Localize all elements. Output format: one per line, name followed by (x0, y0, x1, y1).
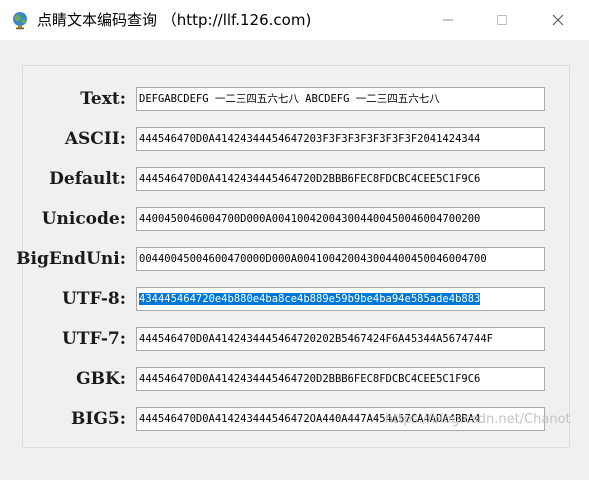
encoding-value-field[interactable]: 444546470D0A41424344454647203F3F3F3F3F3F… (136, 127, 545, 151)
row-label: GBK: (76, 369, 126, 389)
minimize-icon (443, 19, 453, 21)
encoding-value-text: 444546470D0A41424344454647203F3F3F3F3F3F… (139, 133, 481, 145)
encoding-value-text: DEFGABCDEFG 一二三四五六七八 ABCDEFG 一二三四五六七八 (139, 93, 440, 105)
encoding-value-field[interactable]: 4400450046004700D000A0041004200430044004… (136, 207, 545, 231)
maximize-button[interactable] (479, 0, 525, 40)
row-label: BigEndUni: (16, 249, 126, 269)
encoding-value-text: 444546470D0A4142434445464720202B5467424F… (139, 333, 494, 345)
encoding-value-field[interactable]: DEFGABCDEFG 一二三四五六七八 ABCDEFG 一二三四五六七八 (136, 87, 545, 111)
encoding-value-field[interactable]: 444546470D0A4142434445464720202B5467424F… (136, 327, 545, 351)
row-label: Default: (49, 169, 126, 189)
row-label: Unicode: (41, 209, 126, 229)
close-button[interactable] (535, 0, 581, 40)
globe-icon (13, 12, 27, 30)
encoding-value-field[interactable]: 434445464720e4b880e4ba8ce4b889e59b9be4ba… (136, 287, 545, 311)
minimize-button[interactable] (425, 0, 471, 40)
encoding-value-field[interactable]: 444546470D0A4142434445464720D2BBB6FEC8FD… (136, 367, 545, 391)
row-label: UTF-7: (62, 329, 126, 349)
encoding-value-text: 444546470D0A4142434445464720D2BBB6FEC8FD… (139, 173, 481, 185)
encoding-value-text: 444546470D0A4142434445464720D2BBB6FEC8FD… (139, 373, 481, 385)
encoding-value-field[interactable]: 444546470D0A4142434445464720D2BBB6FEC8FD… (136, 167, 545, 191)
encoding-value-text: 4400450046004700D000A0041004200430044004… (139, 213, 481, 225)
encoding-value-field[interactable]: 00440045004600470000D000A004100420043004… (136, 247, 545, 271)
window-title: 点睛文本编码查询 （http://llf.126.com) (37, 11, 312, 29)
watermark: https://blog.csdn.net/Chanot (385, 412, 571, 427)
row-label: BIG5: (71, 409, 126, 429)
title-bar[interactable]: 点睛文本编码查询 （http://llf.126.com) (0, 0, 589, 40)
maximize-icon (497, 15, 507, 25)
encoding-value-text: 434445464720e4b880e4ba8ce4b889e59b9be4ba… (139, 293, 481, 305)
row-label: ASCII: (64, 129, 126, 149)
row-label: UTF-8: (62, 289, 126, 309)
row-label: Text: (80, 89, 126, 109)
encoding-value-text: 00440045004600470000D000A004100420043004… (139, 253, 487, 265)
close-icon (552, 14, 564, 26)
